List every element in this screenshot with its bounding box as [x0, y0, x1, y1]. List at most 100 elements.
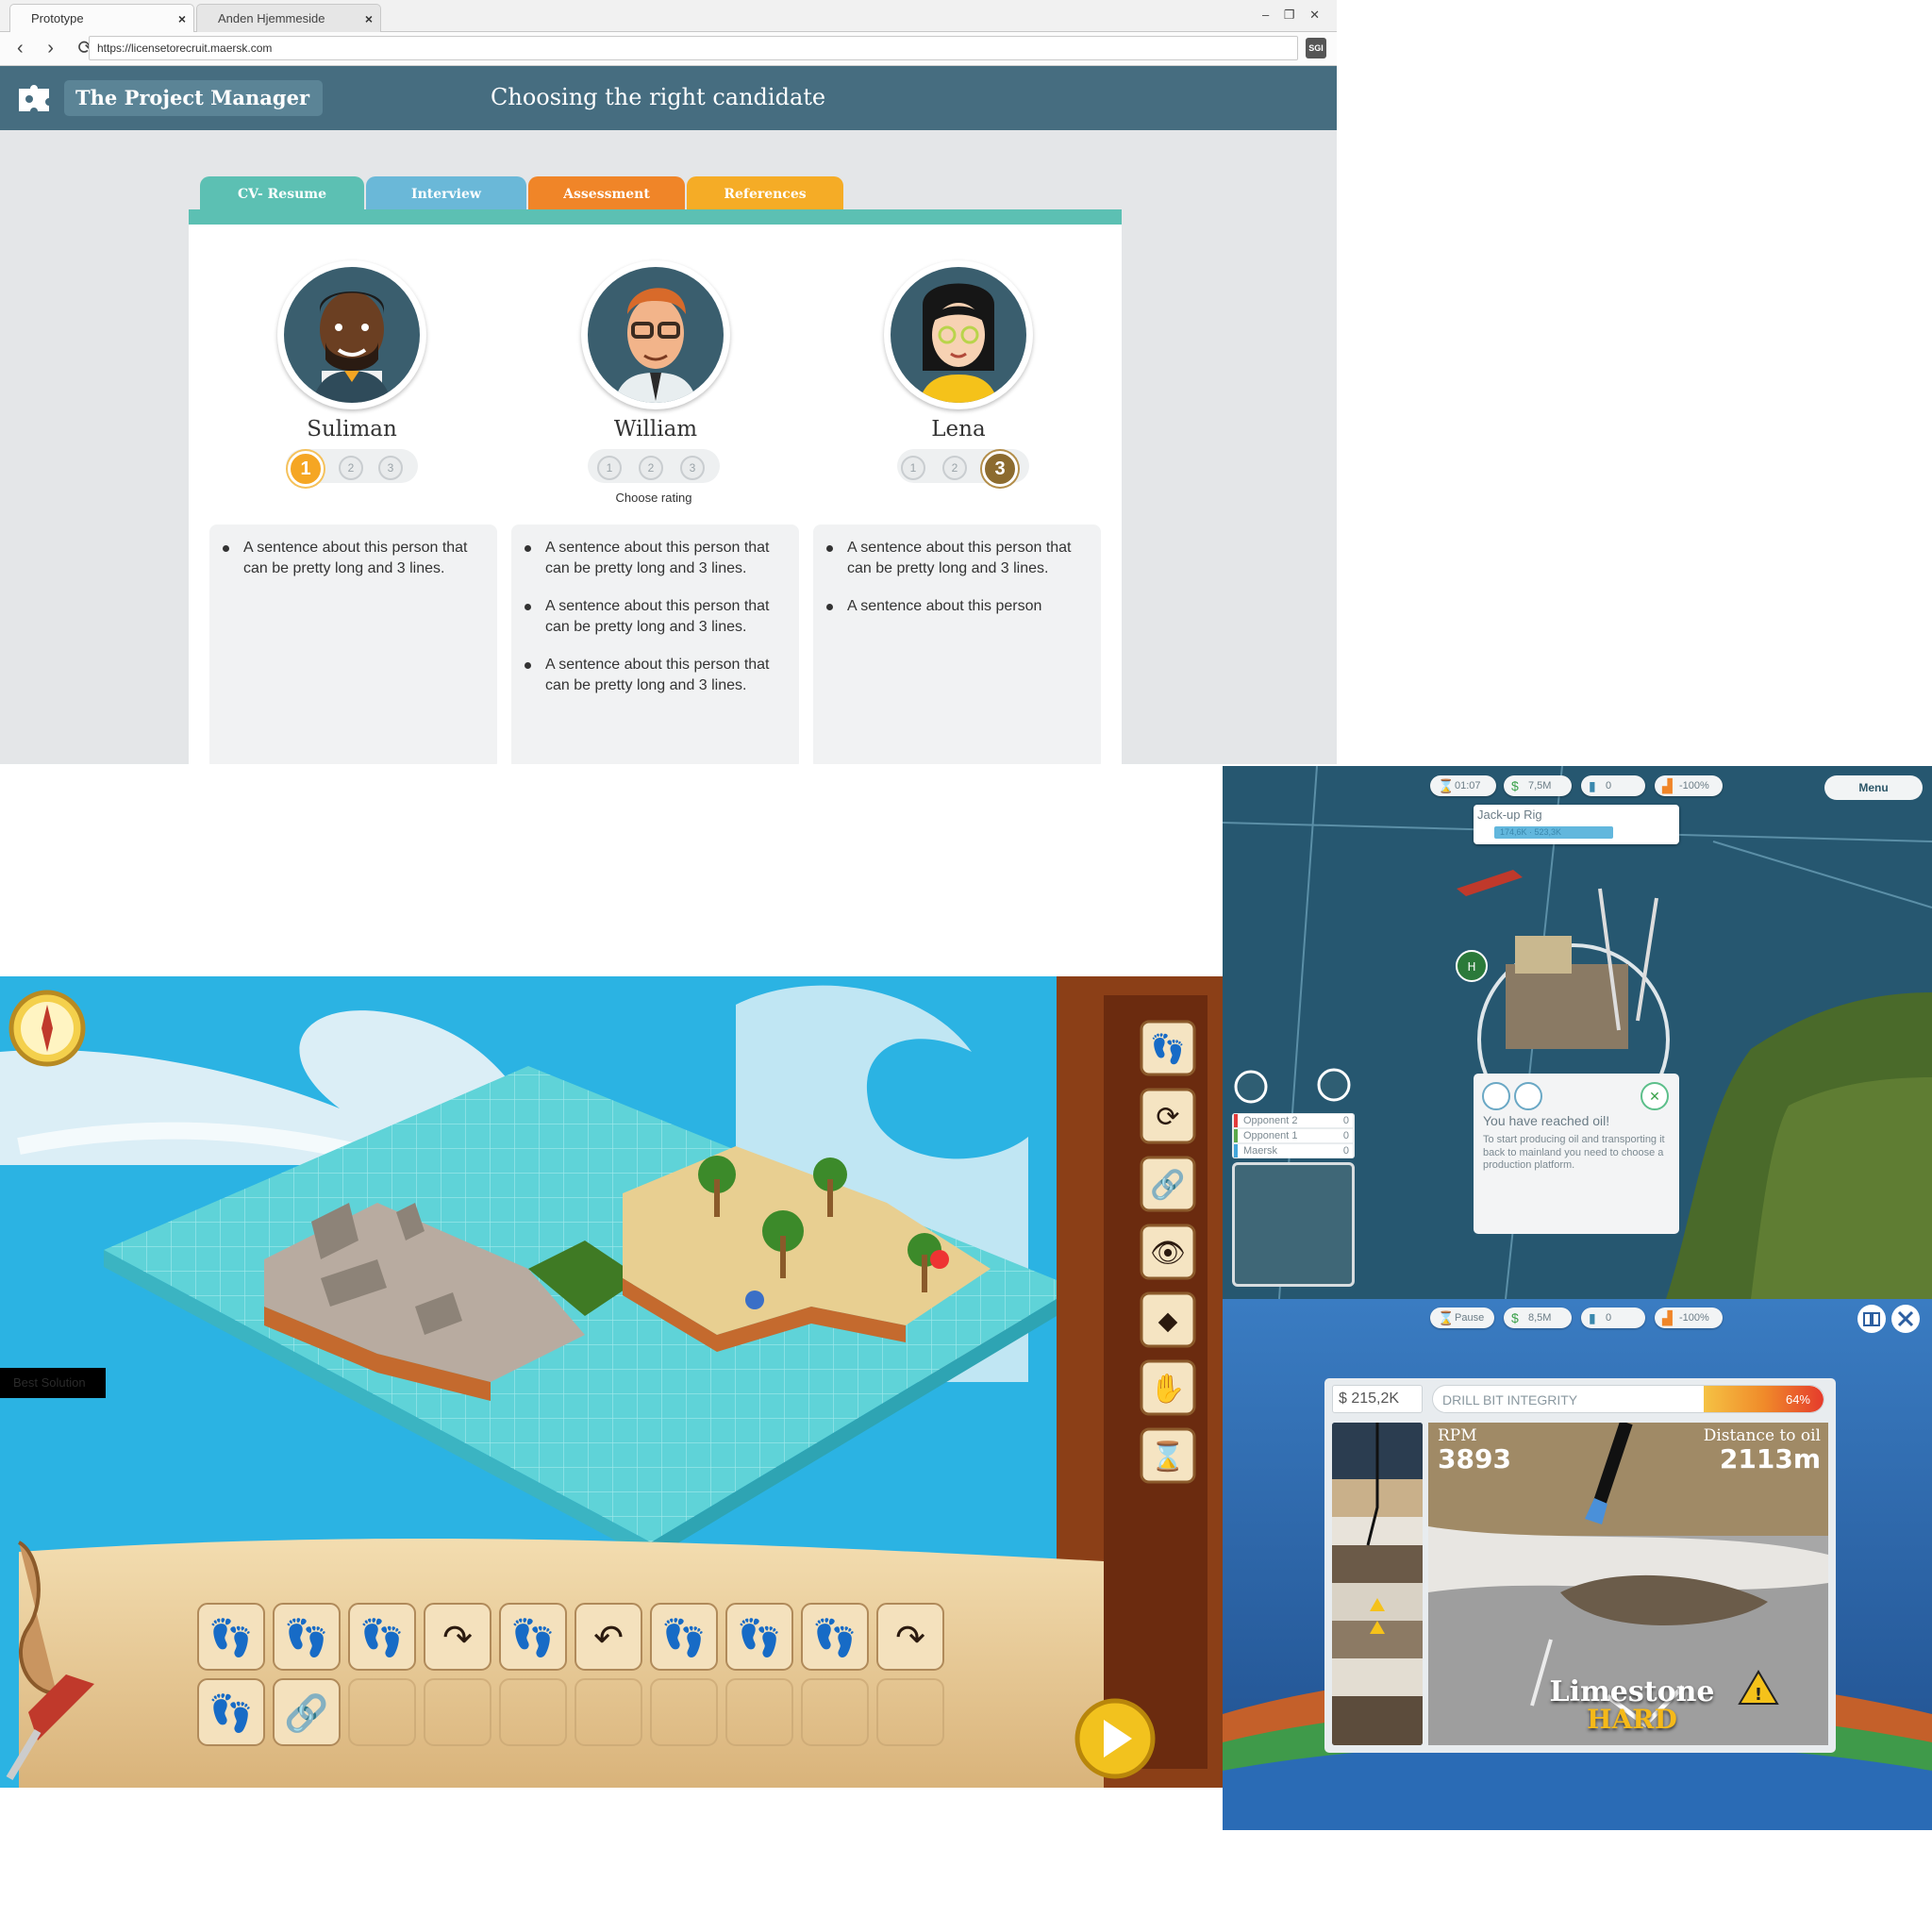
- candidate-name: Suliman: [307, 417, 397, 441]
- best-solution-button[interactable]: Best Solution: [0, 1368, 106, 1398]
- svg-text:H: H: [1467, 960, 1475, 974]
- rating-selector: 1 2 3: [588, 449, 720, 483]
- tab-references[interactable]: References: [687, 176, 843, 210]
- svg-text:👣: 👣: [284, 1616, 328, 1659]
- barrels-pill: ▮ 0: [1581, 775, 1645, 796]
- barrels-value: 0: [1606, 780, 1612, 791]
- svg-text:↶: ↶: [593, 1617, 624, 1658]
- tab-prototype[interactable]: Prototype ×: [9, 4, 194, 32]
- pause-label: Pause: [1455, 1312, 1485, 1324]
- svg-text:⌛: ⌛: [1150, 1440, 1185, 1474]
- hourglass-icon: ⌛: [1438, 778, 1455, 793]
- puzzle-logo-icon: [17, 85, 53, 113]
- url-field[interactable]: https://licensetorecruit.maersk.com: [89, 36, 1298, 60]
- score-row: Opponent 1 0: [1234, 1129, 1353, 1142]
- rating-selector: 1 2 3: [897, 449, 1029, 487]
- svg-text:👣: 👣: [1150, 1031, 1185, 1066]
- tab-label: Prototype: [31, 11, 84, 25]
- tab-assessment[interactable]: Assessment: [528, 176, 685, 210]
- candidate-notes: A sentence about this person that can be…: [511, 525, 799, 764]
- barrel-icon: ▮: [1589, 778, 1596, 793]
- dollar-icon: $: [1511, 778, 1519, 793]
- svg-text:↷: ↷: [895, 1617, 925, 1658]
- svg-text:✕: ✕: [1649, 1090, 1660, 1105]
- score-row: Maersk 0: [1234, 1144, 1353, 1158]
- tab-anden-hjemmeside[interactable]: Anden Hjemmeside ×: [196, 4, 381, 32]
- note-item: A sentence about this person that can be…: [826, 538, 1082, 578]
- oil-popup-body: To start producing oil and transporting …: [1483, 1134, 1665, 1171]
- rating-2[interactable]: 2: [942, 456, 967, 480]
- avatar-suliman[interactable]: [277, 260, 426, 409]
- money-value: 7,5M: [1528, 780, 1552, 791]
- candidate-notes: A sentence about this person that can be…: [813, 525, 1101, 764]
- minimap[interactable]: [1232, 1162, 1355, 1287]
- reputation-value: -100%: [1679, 780, 1709, 791]
- rating-1-selected[interactable]: 1: [288, 451, 324, 487]
- note-item: A sentence about this person that can be…: [525, 655, 780, 695]
- avatar-lena[interactable]: [884, 260, 1033, 409]
- rating-2[interactable]: 2: [339, 456, 363, 480]
- tab-interview[interactable]: Interview: [366, 176, 526, 210]
- tab-close-icon[interactable]: ×: [178, 5, 186, 33]
- rating-3[interactable]: 3: [680, 456, 705, 480]
- rating-1[interactable]: 1: [597, 456, 622, 480]
- svg-text:👣: 👣: [812, 1616, 857, 1659]
- rig-progress-bar: 174,6K · 523,3K: [1494, 826, 1613, 839]
- tab-cv-resume[interactable]: CV- Resume: [200, 176, 364, 210]
- rating-3-selected[interactable]: 3: [982, 451, 1018, 487]
- menu-button[interactable]: Menu: [1824, 775, 1923, 800]
- svg-text:✋: ✋: [1150, 1372, 1185, 1406]
- brand-title[interactable]: The Project Manager: [64, 80, 323, 116]
- rpm-value: 3893: [1438, 1443, 1511, 1474]
- rating-3[interactable]: 3: [378, 456, 403, 480]
- score-name: Opponent 2: [1243, 1115, 1298, 1126]
- barrels-value: 0: [1606, 1312, 1612, 1324]
- svg-text:🔗: 🔗: [1150, 1167, 1185, 1202]
- svg-text:👣: 👣: [208, 1691, 253, 1735]
- drill-budget: $ 215,2K: [1332, 1385, 1423, 1413]
- svg-text:👣: 👣: [359, 1616, 404, 1659]
- integrity-percent: 64%: [1785, 1392, 1810, 1407]
- tab-label: Anden Hjemmeside: [218, 11, 325, 25]
- note-item: A sentence about this person that can be…: [525, 596, 780, 637]
- svg-text:!: !: [1755, 1685, 1762, 1705]
- score-value: 0: [1342, 1145, 1349, 1157]
- score-name: Maersk: [1243, 1145, 1278, 1157]
- rating-2[interactable]: 2: [639, 456, 663, 480]
- dollar-icon: $: [1511, 1310, 1519, 1325]
- svg-text:👣: 👣: [661, 1616, 706, 1659]
- reputation-pill: ▟ -100%: [1655, 1307, 1723, 1328]
- barrels-pill: ▮ 0: [1581, 1307, 1645, 1328]
- svg-text:⬥: ⬥: [1158, 1305, 1178, 1338]
- score-row: Opponent 2 0: [1234, 1114, 1353, 1127]
- rating-prompt: Choose rating: [615, 491, 692, 505]
- extension-icon[interactable]: SGI: [1306, 38, 1326, 58]
- timer-pill: ⌛ 01:07: [1430, 775, 1496, 796]
- avatar-william[interactable]: [581, 260, 730, 409]
- window-controls[interactable]: – ❐ ✕: [1262, 8, 1325, 23]
- rig-name: Jack-up Rig: [1477, 808, 1542, 822]
- hourglass-icon: ⌛: [1438, 1310, 1455, 1325]
- note-item: A sentence about this person that can be…: [223, 538, 478, 578]
- score-value: 0: [1342, 1130, 1349, 1141]
- money-pill: $8,5M: [1504, 1307, 1572, 1328]
- distance-value: 2113m: [1719, 1443, 1821, 1474]
- note-item: A sentence about this person that can be…: [525, 538, 780, 578]
- note-item: A sentence about this person: [826, 596, 1082, 617]
- island-puzzle-game: 👣 ⟳ 🔗 👁 ⬥ ✋ ⌛ 👣 👣 👣 ↷ 👣 ↶ 👣 👣 👣 ↷ 👣 🔗: [0, 976, 1224, 1788]
- book-icon[interactable]: [1857, 1304, 1887, 1334]
- strata-column: [1332, 1423, 1423, 1745]
- browser-window: Prototype × Anden Hjemmeside × – ❐ ✕ ‹ ›…: [0, 0, 1337, 764]
- money-value: 8,5M: [1528, 1312, 1552, 1324]
- rpm-label: RPM: [1438, 1426, 1477, 1445]
- distance-label: Distance to oil: [1703, 1426, 1821, 1445]
- rating-1[interactable]: 1: [901, 456, 925, 480]
- close-icon[interactable]: [1890, 1304, 1921, 1334]
- pause-pill[interactable]: ⌛ Pause: [1430, 1307, 1494, 1328]
- candidate-name: William: [613, 417, 698, 441]
- svg-text:👣: 👣: [737, 1616, 781, 1659]
- oil-popup-title: You have reached oil!: [1483, 1113, 1610, 1128]
- tab-close-icon[interactable]: ×: [365, 5, 373, 33]
- score-name: Opponent 1: [1243, 1130, 1298, 1141]
- reputation-pill: ▟ -100%: [1655, 775, 1723, 796]
